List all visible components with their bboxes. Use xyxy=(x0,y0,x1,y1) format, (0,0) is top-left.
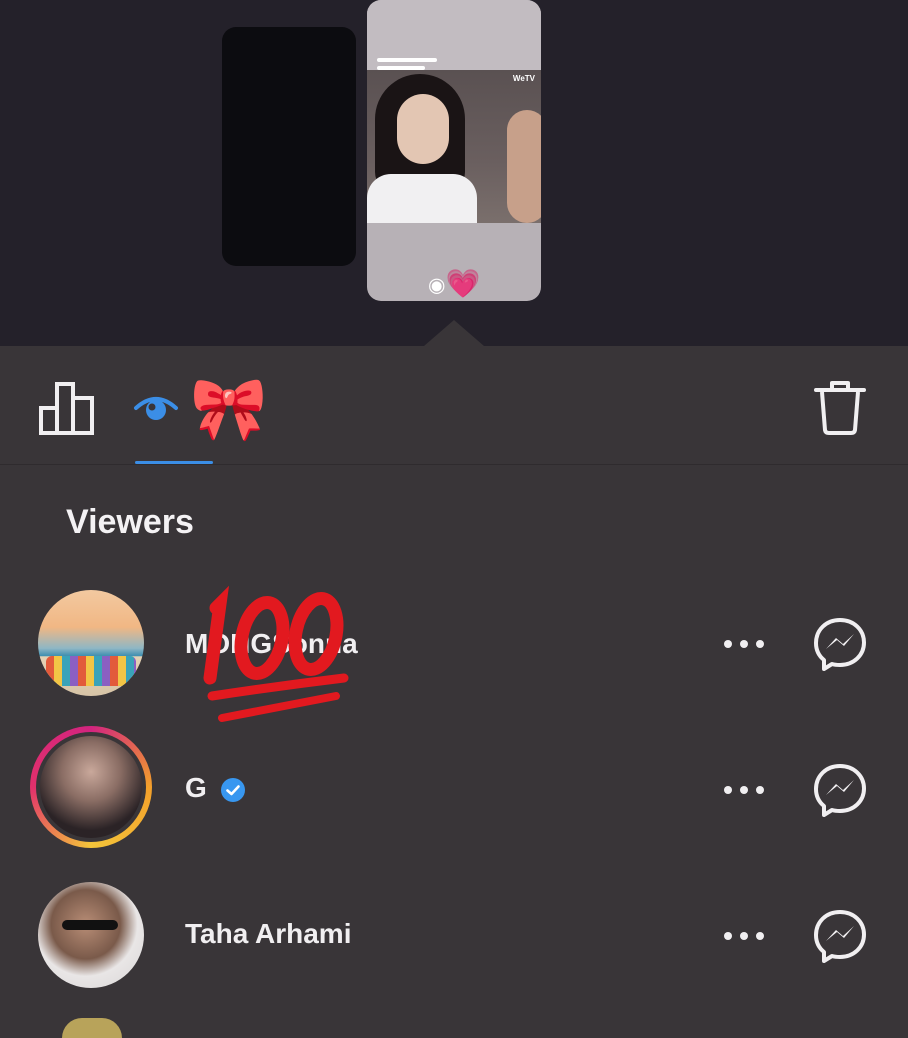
more-options-icon[interactable] xyxy=(722,640,766,652)
hundred-points-sticker xyxy=(203,585,349,722)
story-eye-heart-overlay: ◉💗 xyxy=(428,266,480,304)
more-options-icon[interactable] xyxy=(722,932,766,944)
viewer-row[interactable]: MOHGSonna xyxy=(0,578,908,708)
story-thumbnail-previous[interactable]: 👏 xyxy=(222,27,356,266)
viewer-name-container: G xyxy=(185,772,245,804)
eye-icon: ◉ xyxy=(428,274,446,297)
avatar[interactable] xyxy=(38,882,144,988)
story-photo: WeTV xyxy=(367,70,541,223)
avatar[interactable] xyxy=(62,1018,122,1038)
viewer-name[interactable]: Taha Arhami xyxy=(185,918,351,950)
more-options-icon[interactable] xyxy=(722,786,766,798)
selected-story-pointer xyxy=(424,320,484,346)
viewer-name[interactable]: G xyxy=(185,772,207,803)
avatar[interactable] xyxy=(38,590,144,696)
wetv-watermark: WeTV xyxy=(512,74,535,83)
bar-chart-icon[interactable] xyxy=(38,380,98,436)
eye-icon[interactable] xyxy=(132,388,180,428)
heart-emoji: 💗 xyxy=(445,268,481,299)
story-caption-area xyxy=(367,0,541,70)
messenger-icon[interactable] xyxy=(812,762,868,818)
avatar[interactable] xyxy=(30,726,152,848)
verified-badge-icon xyxy=(220,777,245,802)
viewer-row[interactable]: Taha Arhami xyxy=(0,870,908,1000)
viewer-row[interactable]: G xyxy=(0,724,908,854)
trash-icon[interactable] xyxy=(812,378,868,436)
messenger-icon[interactable] xyxy=(812,616,868,672)
active-tab-indicator xyxy=(135,461,213,464)
messenger-icon[interactable] xyxy=(812,908,868,964)
viewers-heading: Viewers xyxy=(66,503,194,541)
story-thumbnail-current[interactable]: WeTV xyxy=(367,0,541,301)
ribbon-bow-sticker: 🎀 xyxy=(190,375,268,444)
